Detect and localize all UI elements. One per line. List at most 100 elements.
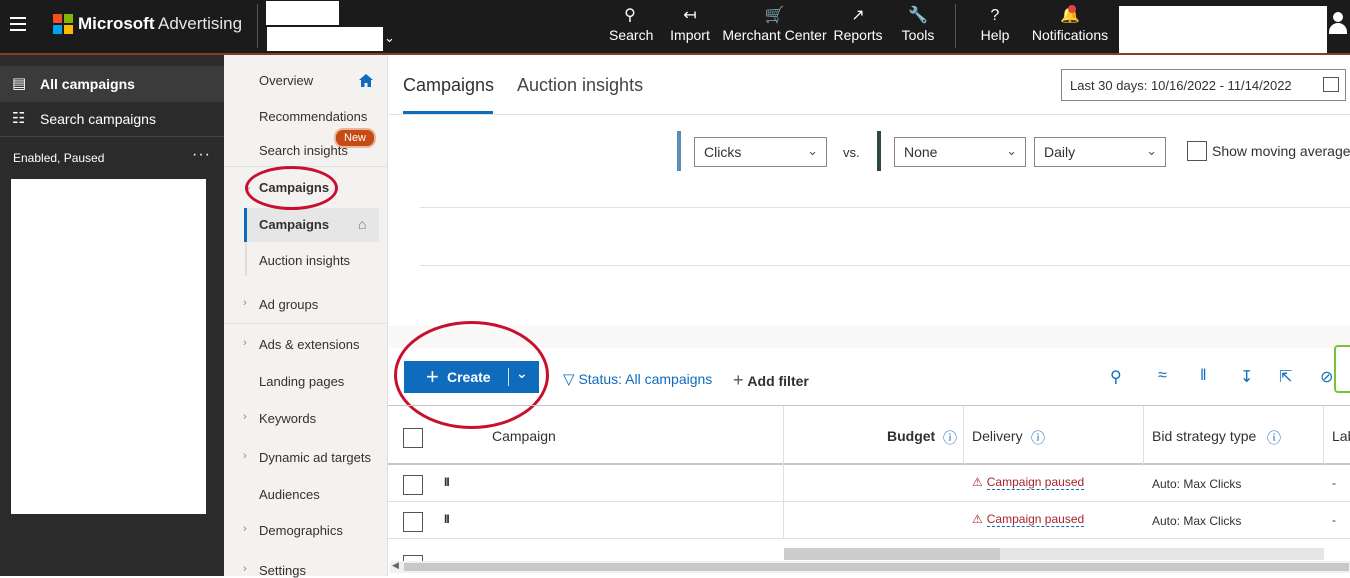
feedback-widget[interactable]	[1334, 345, 1350, 393]
search-campaign-icon: ☷	[12, 110, 26, 127]
nav-help-label: Help	[980, 27, 1010, 43]
microsoft-logo-icon	[53, 14, 73, 34]
scroll-left-icon[interactable]: ◀	[392, 560, 399, 571]
metric2-color-bar	[877, 131, 881, 171]
scrollbar-thumb[interactable]	[404, 563, 1349, 571]
select-all-checkbox[interactable]	[403, 428, 423, 448]
date-range-picker[interactable]: Last 30 days: 10/16/2022 - 11/14/2022	[1061, 69, 1346, 101]
column-header-delivery[interactable]: Delivery	[972, 428, 1023, 444]
plus-icon: +	[733, 370, 744, 390]
row-checkbox[interactable]	[403, 512, 423, 532]
home-icon	[359, 74, 373, 87]
sub-navigation: Overview Recommendations New Search insi…	[224, 55, 388, 578]
metric1-dropdown[interactable]: Clicks ⌄	[694, 137, 827, 167]
row-checkbox[interactable]	[403, 475, 423, 495]
notification-dot	[1068, 5, 1076, 13]
column-divider	[1323, 406, 1324, 466]
chevron-down-icon[interactable]: ⌄	[384, 30, 395, 46]
column-header-labels[interactable]: Lab	[1332, 428, 1350, 444]
granularity-dropdown[interactable]: Daily ⌄	[1034, 137, 1166, 167]
paused-status-icon[interactable]: II	[444, 475, 450, 489]
all-campaigns-item[interactable]: ▤ All campaigns	[0, 66, 224, 102]
table-scrollbar-track[interactable]	[1000, 548, 1324, 560]
filter-icon: ▽	[563, 371, 575, 388]
chart-gridline	[420, 265, 1350, 266]
delivery-status[interactable]: ⚠ Campaign paused	[972, 475, 1085, 490]
metric1-value: Clicks	[704, 144, 742, 160]
subnav-campaigns-label: Campaigns	[259, 217, 330, 232]
import-icon: ↤	[683, 7, 697, 24]
divider	[224, 323, 388, 324]
moving-average-label: Show moving average	[1212, 143, 1350, 159]
delivery-status[interactable]: ⚠ Campaign paused	[972, 512, 1085, 527]
divider	[245, 242, 247, 276]
subnav-recommendations-label: Recommendations	[259, 109, 368, 124]
warning-icon: ⚠	[972, 475, 983, 489]
metric2-dropdown[interactable]: None ⌄	[894, 137, 1026, 167]
home-outline-icon: ⌂	[358, 216, 367, 232]
column-header-bid-strategy[interactable]: Bid strategy type	[1152, 428, 1256, 444]
chevron-right-icon: ›	[243, 563, 247, 575]
vs-label: vs.	[843, 145, 860, 160]
hide-chart-icon[interactable]: ⊘	[1320, 367, 1333, 387]
column-header-campaign[interactable]: Campaign	[492, 428, 556, 444]
table-row: II ⚠ Campaign paused Auto: Max Clicks -	[388, 465, 1350, 502]
campaign-list	[11, 179, 206, 514]
help-icon[interactable]: ⓘ	[1267, 428, 1281, 448]
chevron-down-icon: ⌄	[807, 143, 818, 158]
account-sub-selector[interactable]	[267, 27, 383, 51]
product-name: Advertising	[158, 14, 243, 33]
account-selector[interactable]	[266, 1, 339, 25]
more-options-icon[interactable]: ···	[192, 146, 211, 164]
status-filter-button[interactable]: ▽ Status: All campaigns	[563, 370, 712, 388]
nav-tools[interactable]: 🔧 Tools	[900, 5, 936, 43]
segment-icon[interactable]: ≈	[1158, 367, 1167, 385]
search-icon[interactable]: ⚲	[1110, 367, 1122, 387]
paused-status-icon[interactable]: II	[444, 512, 450, 526]
hamburger-menu-icon[interactable]	[10, 17, 26, 31]
search-campaigns-item[interactable]: ☷ Search campaigns	[0, 101, 224, 137]
chart-gridline	[420, 207, 1350, 208]
moving-average-checkbox[interactable]	[1187, 141, 1207, 161]
table-scrollbar-thumb[interactable]	[784, 548, 1000, 560]
chart-icon: ↗	[851, 7, 865, 24]
chevron-right-icon: ›	[243, 297, 247, 309]
tab-campaigns[interactable]: Campaigns	[403, 75, 494, 96]
avatar-icon[interactable]	[1329, 12, 1347, 34]
column-divider	[1143, 406, 1144, 466]
nav-merchant-center[interactable]: 🛒 Merchant Center	[722, 5, 827, 43]
campaign-tree-panel: ▤ All campaigns ☷ Search campaigns Enabl…	[0, 55, 224, 576]
labels-cell: -	[1332, 513, 1336, 527]
nav-help[interactable]: ? Help	[978, 5, 1012, 43]
nav-search[interactable]: ⚲ Search	[609, 5, 653, 43]
column-divider	[783, 465, 784, 502]
nav-reports[interactable]: ↗ Reports	[833, 5, 883, 43]
subnav-ad-groups-label: Ad groups	[259, 297, 319, 312]
download-icon[interactable]: ↧	[1240, 367, 1253, 387]
labels-cell: -	[1332, 476, 1336, 490]
page-horizontal-scrollbar[interactable]: ◀	[390, 560, 1350, 573]
column-divider	[783, 502, 784, 539]
page-tabs: Campaigns Auction insights Last 30 days:…	[389, 55, 1350, 115]
metric1-color-bar	[677, 131, 681, 171]
subnav-search-insights-label: Search insights	[259, 143, 348, 158]
delivery-status-label: Campaign paused	[986, 475, 1085, 490]
column-divider	[963, 406, 964, 466]
chevron-down-icon: ⌄	[1146, 143, 1157, 158]
annotation-circle	[245, 166, 338, 210]
help-icon[interactable]: ⓘ	[1031, 428, 1045, 448]
subnav-ads-extensions-label: Ads & extensions	[259, 337, 360, 352]
question-icon: ?	[990, 7, 1000, 24]
add-filter-button[interactable]: + Add filter	[733, 370, 809, 391]
nav-reports-label: Reports	[833, 27, 883, 43]
expand-icon[interactable]: ⇱	[1279, 367, 1292, 387]
help-icon[interactable]: ⓘ	[943, 428, 957, 448]
bid-strategy-cell: Auto: Max Clicks	[1152, 514, 1242, 528]
nav-import[interactable]: ↤ Import	[668, 5, 712, 43]
column-header-budget[interactable]: Budget	[887, 428, 935, 444]
chevron-right-icon: ›	[243, 450, 247, 462]
user-info[interactable]	[1119, 6, 1327, 54]
columns-icon[interactable]: ‖	[1200, 367, 1207, 385]
tab-auction-insights[interactable]: Auction insights	[517, 75, 643, 96]
status-filter-label[interactable]: Enabled, Paused	[13, 151, 104, 165]
